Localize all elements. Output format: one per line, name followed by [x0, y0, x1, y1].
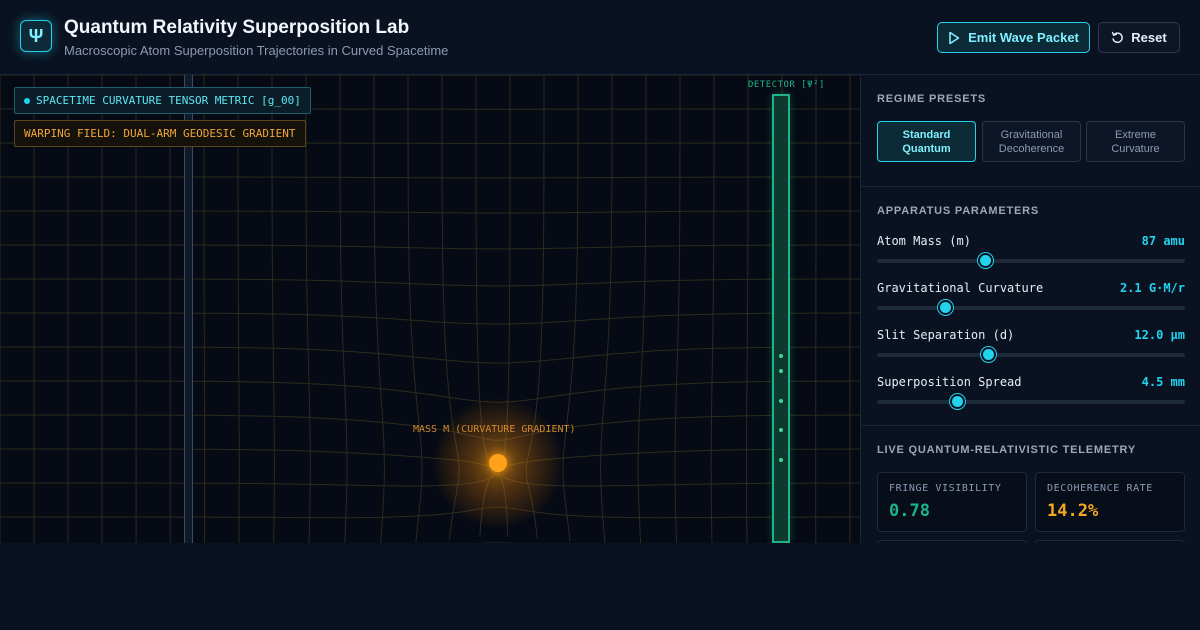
section-title: REGIME PRESETS [877, 93, 986, 105]
slit-separation-slider[interactable] [877, 347, 1185, 362]
grid-line [407, 75, 423, 543]
grid-line [0, 506, 860, 519]
warp-tag-text: WARPING FIELD: DUAL-ARM GEODESIC GRADIEN… [24, 127, 296, 140]
grid-line [0, 380, 860, 403]
detector-hit [779, 354, 783, 358]
atom-mass-slider[interactable] [877, 253, 1185, 268]
grid-line [0, 312, 860, 325]
param-label-atom-mass: Atom Mass (m) [877, 234, 971, 248]
param-value-superposition-spread: 4.5 mm [1141, 375, 1185, 389]
grid-line [0, 210, 860, 214]
detector-label: DETECTOR [Ψ²] [748, 80, 825, 90]
slider-thumb[interactable] [980, 347, 996, 362]
grid-line [710, 75, 715, 543]
emit-button-label: Emit Wave Packet [968, 30, 1079, 45]
metric-tag-text: SPACETIME CURVATURE TENSOR METRIC [g_00] [36, 94, 301, 107]
grid-line [373, 75, 385, 543]
decoherence-rate-value: 14.2% [1047, 501, 1099, 521]
grid-line [0, 176, 860, 179]
slider-thumb[interactable] [937, 300, 953, 315]
spacetime-canvas[interactable]: MASS M (CURVATURE GRADIENT) DETECTOR [Ψ²… [0, 75, 860, 543]
preset-gravitational-decoherence[interactable]: Gravitational Decoherence [982, 121, 1081, 162]
param-label-gravitational-curvature: Gravitational Curvature [877, 281, 1044, 295]
status-dot [24, 97, 30, 104]
apparatus-parameters-section: APPARATUS PARAMETERS Atom Mass (m) 87 am… [861, 187, 1200, 426]
detector-hit [779, 428, 783, 432]
regime-presets-section: REGIME PRESETS Standard Quantum Gravitat… [861, 75, 1200, 187]
param-value-slit-separation: 12.0 μm [1134, 328, 1185, 342]
slider-thumb[interactable] [950, 394, 966, 409]
grid-line [637, 75, 647, 543]
grid-line [339, 75, 348, 543]
grid-line [0, 346, 860, 364]
grid-line [599, 75, 613, 543]
detector-screen [772, 94, 790, 543]
fringe-visibility-value: 0.78 [889, 501, 930, 521]
grid-line [305, 75, 311, 543]
play-icon [949, 31, 960, 44]
param-value-gravitational-curvature: 2.1 G·M/r [1119, 281, 1185, 295]
preset-standard-quantum[interactable]: Standard Quantum [877, 121, 976, 162]
telemetry-section-title: LIVE QUANTUM-RELATIVISTIC TELEMETRY [877, 444, 1136, 456]
section-title: APPARATUS PARAMETERS [877, 205, 1040, 217]
app-header: Ψ Quantum Relativity Superposition Lab M… [0, 0, 1200, 75]
slider-thumb[interactable] [977, 253, 993, 268]
warp-field-tag: WARPING FIELD: DUAL-ARM GEODESIC GRADIEN… [14, 120, 306, 147]
card-label: FRINGE VISIBILITY [889, 483, 1002, 494]
app-subtitle: Macroscopic Atom Superposition Trajector… [64, 43, 449, 58]
grid-line [0, 244, 860, 250]
decoherence-rate-card: DECOHERENCE RATE 14.2% [1035, 472, 1185, 532]
app-title: Quantum Relativity Superposition Lab [64, 17, 410, 38]
preset-extreme-curvature[interactable]: Extreme Curvature [1086, 121, 1185, 162]
reset-button-label: Reset [1131, 30, 1167, 45]
gravitational-mass[interactable] [489, 454, 507, 472]
preset-label: Extreme Curvature [1111, 128, 1160, 155]
control-panel: REGIME PRESETS Standard Quantum Gravitat… [860, 75, 1200, 543]
grid-line [674, 75, 681, 543]
psi-logo-icon: Ψ [20, 20, 52, 52]
param-value-atom-mass: 87 amu [1141, 234, 1185, 248]
grid-line [746, 75, 749, 543]
footer-area [0, 543, 1200, 630]
preset-label: Standard Quantum [902, 128, 951, 155]
fringe-visibility-card: FRINGE VISIBILITY 0.78 [877, 472, 1027, 532]
detector-hit [779, 458, 783, 462]
mass-label: MASS M (CURVATURE GRADIENT) [413, 424, 576, 435]
detector-hit [779, 369, 783, 373]
param-label-slit-separation: Slit Separation (d) [877, 328, 1015, 342]
grid-line [0, 471, 860, 487]
detector-hit [779, 399, 783, 403]
preset-label: Gravitational Decoherence [998, 128, 1065, 155]
grid-line [0, 448, 860, 478]
card-label: DECOHERENCE RATE [1047, 483, 1153, 494]
param-label-superposition-spread: Superposition Spread [877, 375, 1022, 389]
grid-line [562, 75, 579, 542]
emit-wave-packet-button[interactable]: Emit Wave Packet [937, 22, 1090, 53]
rotate-ccw-icon [1112, 31, 1124, 43]
metric-tag: SPACETIME CURVATURE TENSOR METRIC [g_00] [14, 87, 311, 114]
gravitational-curvature-slider[interactable] [877, 300, 1185, 315]
grid-line [0, 278, 860, 287]
superposition-spread-slider[interactable] [877, 394, 1185, 409]
reset-button[interactable]: Reset [1098, 22, 1180, 53]
